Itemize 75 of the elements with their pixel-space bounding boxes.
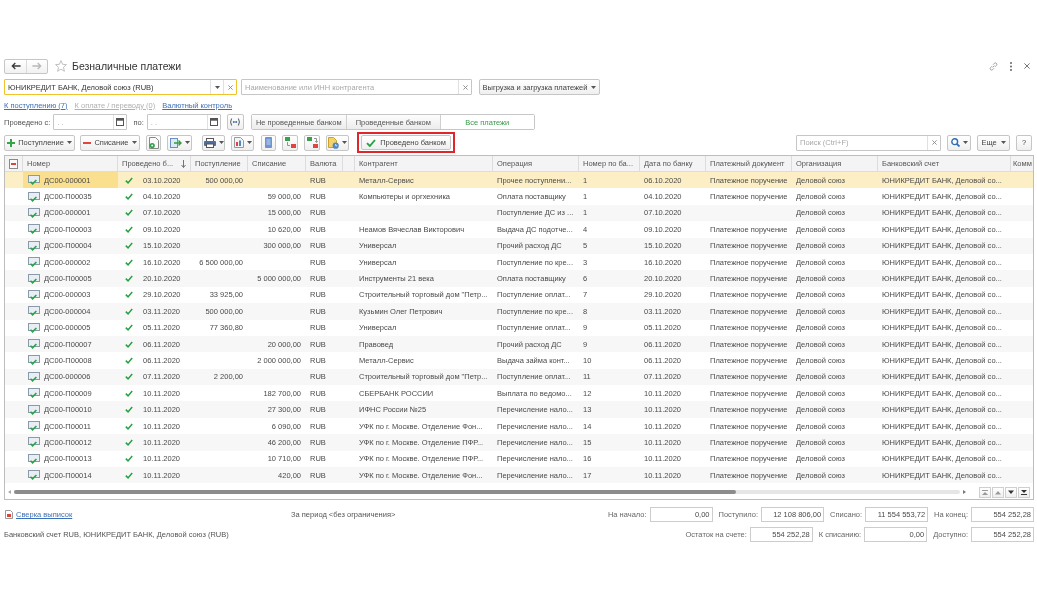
dots-in-brackets-icon (229, 118, 242, 126)
document-check-icon (28, 470, 40, 481)
document-check-icon (28, 404, 40, 415)
calendar-icon[interactable] (209, 118, 218, 126)
caret-icon (66, 141, 72, 144)
document-check-icon (28, 355, 40, 366)
document-check-icon (28, 191, 40, 202)
toolbar-button[interactable] (326, 134, 349, 151)
sort-arrow-icon[interactable] (181, 159, 187, 168)
search-button[interactable] (947, 134, 971, 151)
horizontal-scrollbar[interactable] (14, 490, 960, 495)
debit-credit-arrows-icon (306, 137, 318, 148)
caret-icon (218, 141, 224, 144)
document-check-icon (28, 224, 40, 235)
caret-icon[interactable] (214, 85, 220, 89)
document-check-icon (28, 175, 40, 186)
document-check-icon (28, 306, 40, 317)
clear-icon[interactable] (931, 140, 937, 145)
scrollbar-thumb[interactable] (14, 490, 736, 495)
clear-icon[interactable] (227, 84, 233, 90)
search-icon (950, 138, 960, 147)
plus-icon (7, 138, 16, 147)
scroll-down-button[interactable] (1005, 486, 1017, 498)
scroll-to-top-icon (982, 489, 988, 495)
document-check-icon (28, 240, 40, 251)
scroll-to-bottom-button[interactable] (1018, 486, 1030, 498)
document-check-icon (28, 388, 40, 399)
close-icon[interactable] (1024, 63, 1030, 69)
document-chart-icon (233, 137, 244, 148)
document-check-icon (28, 322, 40, 333)
book-icon (265, 137, 272, 148)
scroll-down-icon (1008, 489, 1014, 495)
star-icon[interactable] (55, 60, 67, 72)
toolbar-button[interactable] (231, 134, 254, 151)
toolbar-button[interactable] (282, 134, 298, 151)
report-icon (5, 510, 13, 520)
toolbar-button[interactable] (167, 134, 192, 151)
toolbar-button[interactable] (202, 134, 225, 151)
printer-icon (203, 137, 216, 148)
window-title: Безналичные платежи (72, 60, 182, 72)
document-check-icon (28, 339, 40, 350)
document-check-icon (28, 453, 40, 464)
document-arrow-icon (169, 137, 182, 148)
caret-icon (342, 141, 347, 144)
calendar-icon[interactable] (116, 118, 125, 126)
toolbar-button[interactable] (146, 134, 161, 151)
clear-icon[interactable] (462, 84, 468, 90)
scroll-left-icon (8, 490, 11, 495)
document-check-icon (28, 421, 40, 432)
debit-credit-icon (284, 137, 296, 148)
document-icon (148, 136, 159, 149)
document-check-icon (28, 437, 40, 448)
document-clock-icon (328, 136, 339, 149)
scroll-up-icon (995, 489, 1001, 495)
caret-icon (131, 141, 137, 144)
caret-icon (962, 141, 968, 144)
minus-icon (83, 141, 92, 144)
check-icon (366, 138, 377, 147)
document-check-icon (28, 371, 40, 382)
link-icon[interactable] (989, 61, 998, 71)
scroll-right-icon (963, 490, 966, 495)
caret-icon (591, 85, 597, 89)
document-check-icon (28, 257, 40, 268)
toolbar-button[interactable] (304, 134, 320, 151)
forward-arrow-icon (32, 62, 42, 70)
document-check-icon (28, 207, 40, 218)
caret-icon (184, 141, 190, 144)
document-check-icon (28, 273, 40, 284)
back-arrow-icon (10, 62, 21, 70)
scroll-to-bottom-icon (1021, 489, 1027, 495)
caret-icon (1000, 141, 1006, 144)
document-check-icon (28, 289, 40, 300)
period-button[interactable] (226, 114, 244, 130)
scroll-to-top-button[interactable] (979, 486, 991, 498)
caret-icon (246, 141, 252, 144)
